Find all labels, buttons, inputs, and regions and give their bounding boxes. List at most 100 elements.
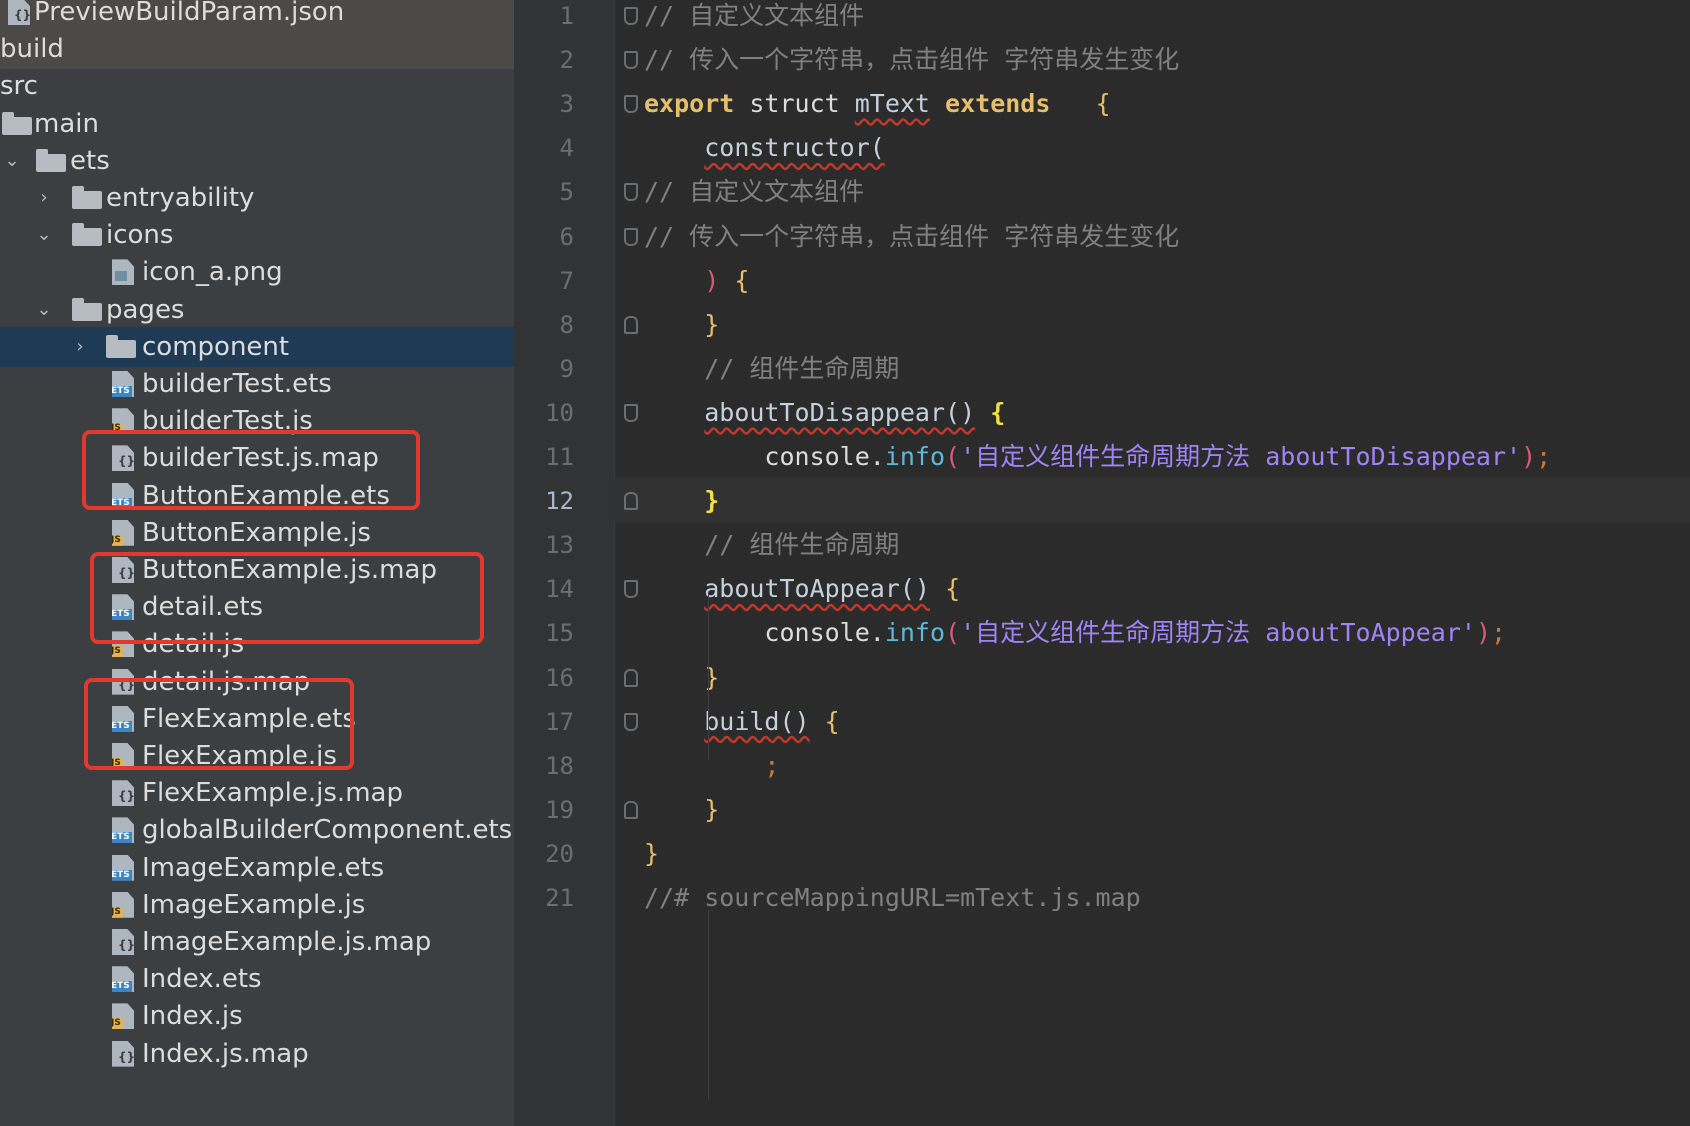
fold-marker-icon[interactable]: [624, 668, 638, 687]
tree-item-label: build: [0, 34, 64, 65]
tree-item[interactable]: src: [0, 66, 514, 106]
code-line[interactable]: }: [644, 303, 719, 347]
js-badge: JS: [111, 646, 123, 658]
tree-item[interactable]: › entryability: [0, 178, 514, 218]
code-token: (: [945, 618, 961, 648]
fold-marker-icon[interactable]: [624, 183, 638, 202]
fold-marker-icon[interactable]: [624, 403, 638, 422]
fold-marker-icon[interactable]: [624, 95, 638, 114]
tree-item[interactable]: ETS Index.ets: [0, 959, 514, 999]
chevron-down-icon[interactable]: ⌄: [2, 141, 22, 181]
tree-item[interactable]: build: [0, 29, 514, 70]
code-line[interactable]: }: [644, 832, 659, 876]
tree-item-label: PreviewBuildParam.json: [34, 0, 345, 27]
js-badge: JS: [111, 906, 123, 918]
code-line[interactable]: // 自定义文本组件: [644, 170, 864, 214]
fold-marker-icon[interactable]: [624, 227, 638, 246]
code-line[interactable]: ) {: [644, 259, 749, 303]
chevron-right-icon[interactable]: ›: [70, 327, 90, 367]
map-file-icon: {}: [112, 1040, 134, 1067]
code-line[interactable]: }: [644, 479, 719, 523]
code-token: {: [945, 574, 961, 604]
code-line[interactable]: // 传入一个字符串，点击组件 字符串发生变化: [644, 215, 1179, 259]
line-number: 3: [559, 90, 574, 119]
code-line[interactable]: build() {: [644, 700, 839, 744]
code-line[interactable]: // 传入一个字符串，点击组件 字符串发生变化: [644, 38, 1179, 82]
chevron-down-icon[interactable]: ⌄: [34, 290, 54, 330]
tree-item[interactable]: ⌄ icons: [0, 215, 514, 255]
code-line[interactable]: aboutToAppear() {: [644, 567, 960, 611]
fold-marker-icon[interactable]: [624, 7, 638, 25]
ets-badge: ETS: [111, 869, 132, 881]
fold-marker-icon[interactable]: [624, 315, 638, 334]
line-number: 21: [545, 884, 574, 912]
fold-marker-icon[interactable]: [624, 712, 638, 731]
js-badge: JS: [111, 534, 123, 546]
tree-item[interactable]: main: [0, 104, 514, 144]
code-token: '自定义组件生命周期方法 aboutToAppear': [960, 618, 1476, 648]
tree-item[interactable]: {} FlexExample.js.map: [0, 773, 514, 813]
line-number: 6: [559, 222, 574, 251]
tree-item-label: ImageExample.js.map: [142, 927, 432, 957]
chevron-down-icon[interactable]: ⌄: [34, 215, 54, 255]
fold-marker-icon[interactable]: [624, 580, 638, 599]
code-token: info: [884, 618, 946, 648]
code-line[interactable]: aboutToDisappear() {: [644, 391, 1005, 435]
code-line[interactable]: constructor(: [644, 126, 885, 170]
code-token: }: [704, 309, 720, 339]
js-file-icon: JS: [111, 1003, 134, 1030]
chevron-right-icon[interactable]: ›: [34, 178, 54, 218]
ets-badge: ETS: [111, 981, 132, 993]
js-badge: JS: [111, 1018, 123, 1030]
tree-item[interactable]: ETS globalBuilderComponent.ets: [0, 810, 514, 850]
code-line[interactable]: }: [644, 788, 719, 832]
tree-item[interactable]: ETS builderTest.ets: [0, 364, 514, 404]
code-line[interactable]: console.info('自定义组件生命周期方法 aboutToAppear'…: [644, 611, 1506, 655]
fold-marker-icon[interactable]: [624, 492, 638, 511]
code-line[interactable]: export struct mText extends {: [644, 82, 1111, 126]
line-number: 20: [545, 839, 574, 868]
code-token: // 自定义文本组件: [644, 1, 865, 30]
code-token: }: [704, 662, 720, 692]
line-number: 4: [559, 134, 574, 163]
ets-file-icon: ETS: [112, 817, 134, 844]
map-badge: {}: [118, 789, 136, 804]
code-line[interactable]: // 组件生命周期: [644, 523, 899, 567]
tree-item[interactable]: JS ButtonExample.js: [0, 513, 514, 553]
code-token: aboutToDisappear(): [704, 397, 976, 427]
tree-item-label: Index.js: [142, 1001, 243, 1032]
tree-item[interactable]: ⌄ pages: [0, 290, 514, 330]
code-line[interactable]: ;: [644, 744, 779, 788]
tree-item[interactable]: ETS ImageExample.ets: [0, 848, 514, 888]
tree-item[interactable]: icon_a.png: [0, 252, 514, 292]
code-line[interactable]: // 自定义文本组件: [644, 0, 864, 38]
tree-item-label: ButtonExample.js: [142, 517, 371, 548]
code-line[interactable]: //# sourceMappingURL=mText.js.map: [644, 876, 1141, 920]
tree-item[interactable]: {} ImageExample.js.map: [0, 922, 514, 962]
tree-item[interactable]: {} PreviewBuildParam.json: [0, 0, 514, 32]
tree-item-label: ImageExample.ets: [142, 852, 385, 883]
code-token: export: [644, 89, 750, 119]
map-badge: {}: [118, 938, 136, 952]
tree-item[interactable]: ⌄ ets: [0, 141, 514, 181]
json-badge: {}: [14, 8, 32, 22]
folder-icon: [36, 148, 66, 172]
project-tree: {} PreviewBuildParam.json build src main ⌄ ets…: [0, 0, 514, 1126]
fold-marker-icon[interactable]: [624, 51, 638, 70]
code-line[interactable]: console.info('自定义组件生命周期方法 aboutToDisappe…: [644, 435, 1551, 479]
fold-marker-icon[interactable]: [624, 800, 638, 819]
tree-item[interactable]: › component: [0, 326, 514, 367]
code-token: extends: [945, 89, 1051, 119]
line-number: 5: [559, 178, 574, 207]
code-line[interactable]: // 组件生命周期: [644, 347, 899, 391]
tree-item[interactable]: JS Index.js: [0, 996, 514, 1036]
tree-item[interactable]: {} Index.js.map: [0, 1034, 514, 1074]
tree-item[interactable]: JS ImageExample.js: [0, 885, 514, 925]
